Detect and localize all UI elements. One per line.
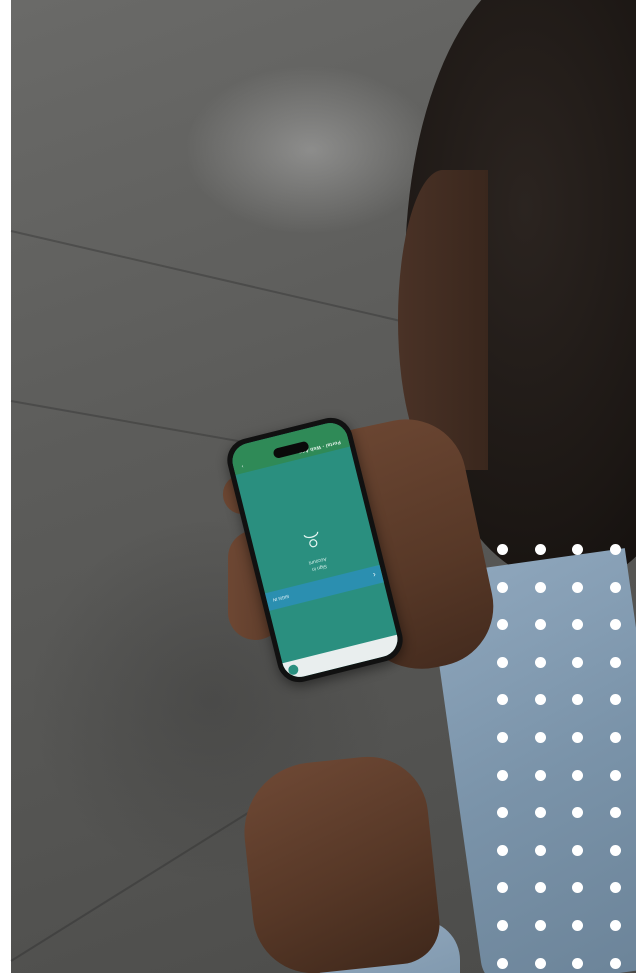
decor-dot [497,544,508,555]
decor-dot [534,581,546,593]
decor-dot [572,844,583,856]
decor-dot [534,619,546,631]
decor-dot [572,544,583,555]
decor-dot [572,732,583,743]
decor-dot [609,732,621,743]
decor-dot [609,619,621,631]
decor-dot [609,581,621,593]
decor-dot [534,769,546,781]
decor-dot [609,694,621,706]
decor-dot [497,957,508,969]
decor-dot [534,732,546,743]
decor-dot [534,882,546,894]
decor-dot [609,807,621,819]
decor-dot [497,844,508,856]
decor-dot [534,957,546,969]
decor-dot [609,882,621,894]
user-icon [303,531,319,548]
decor-dot [609,544,621,555]
decor-dot [497,656,508,668]
decor-dot [497,732,508,743]
floor-seam [10,790,283,962]
chevron-left-icon: ‹ [372,570,377,581]
decor-dot [572,807,583,819]
decor-dot [572,882,583,894]
decor-dot [572,656,583,668]
decor-dot [572,694,583,706]
decor-dot [497,920,508,931]
decor-dot [497,882,508,894]
decor-dot [534,844,546,856]
decor-dot [497,694,508,706]
decor-dot [609,920,621,931]
decor-dot [572,920,583,931]
decor-dot [609,957,621,969]
decor-dot [534,656,546,668]
decor-dot [534,807,546,819]
decor-dot [534,544,546,555]
action-label: SIGN IN [272,594,290,604]
decor-dot [497,581,508,593]
decor-dot [572,769,583,781]
decor-dot [534,694,546,706]
decor-dot [497,619,508,631]
decor-dot [572,619,583,631]
photo-scene: ‹ SIGN IN Sign in Account Portal - Web A… [0,0,636,973]
dot-grid-decoration [497,544,636,973]
decor-dot [534,920,546,931]
decor-dot [497,769,508,781]
back-arrow-icon[interactable]: › [241,463,244,469]
left-hand [237,750,444,973]
decor-dot [572,581,583,593]
floating-action-button[interactable] [287,663,300,676]
decor-dot [609,656,621,668]
decor-dot [609,844,621,856]
decor-dot [497,807,508,819]
decor-dot [572,957,583,969]
decor-dot [609,769,621,781]
